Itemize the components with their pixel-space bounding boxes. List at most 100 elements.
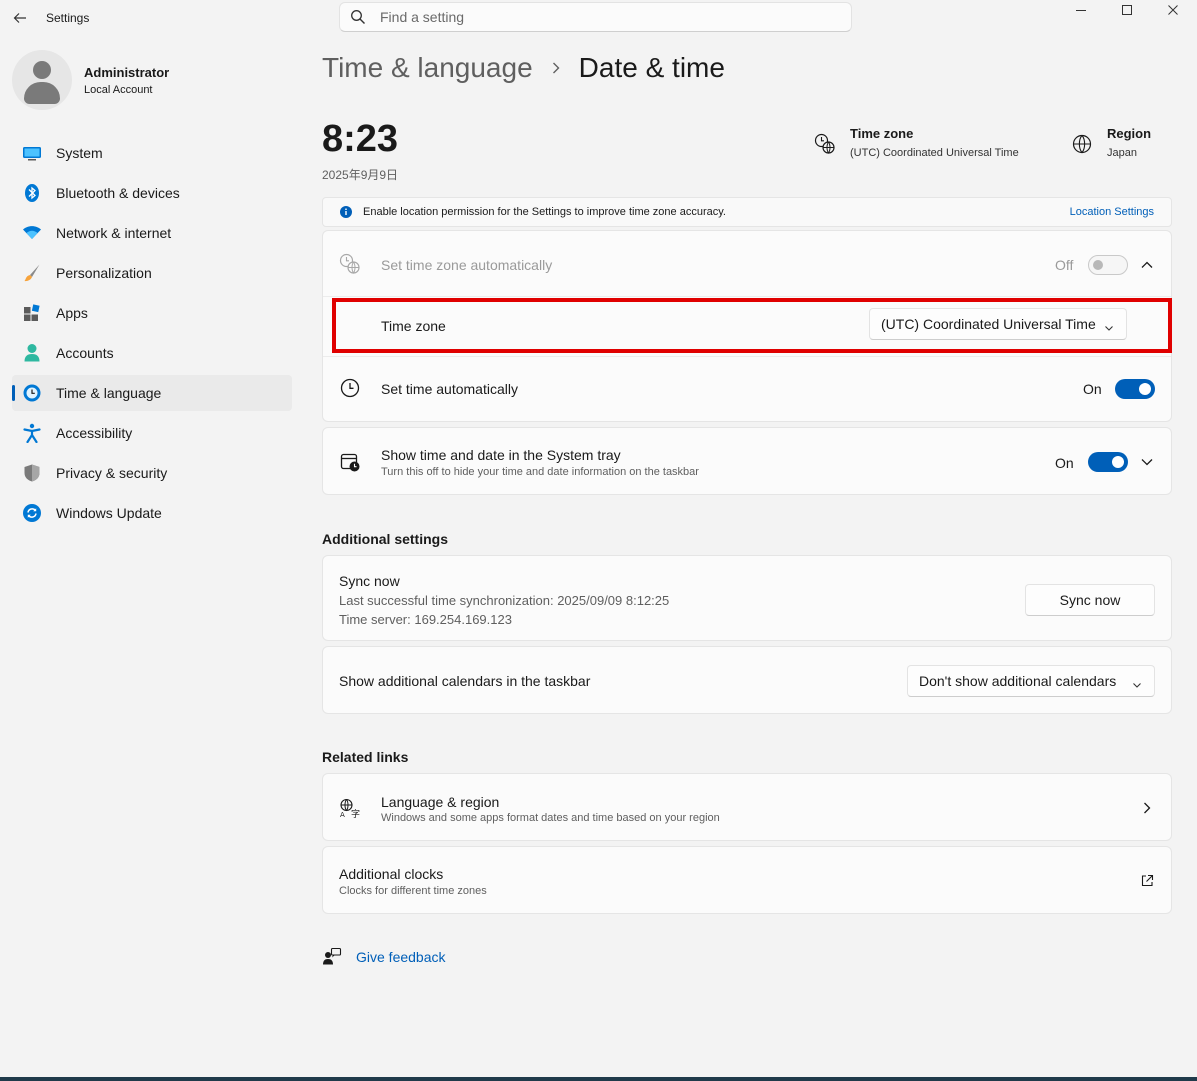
- header-region: Region Japan: [1071, 126, 1151, 159]
- location-settings-link[interactable]: Location Settings: [1070, 206, 1154, 218]
- auto-time-state: On: [1083, 381, 1102, 397]
- header-timezone-title: Time zone: [850, 126, 914, 141]
- language-region-label: Language & region: [381, 794, 500, 810]
- timezone-globe-icon: [814, 133, 836, 155]
- auto-timezone-toggle[interactable]: [1088, 255, 1128, 275]
- sidebar-item-label: Accounts: [56, 345, 114, 361]
- additional-clocks-description: Clocks for different time zones: [339, 885, 487, 897]
- calendar-clock-icon: [339, 451, 361, 473]
- user-profile[interactable]: Administrator Local Account: [12, 50, 169, 110]
- sidebar-item-label: Personalization: [56, 265, 152, 281]
- highlight-box: [332, 298, 1172, 353]
- brush-icon: [22, 263, 42, 283]
- give-feedback-label: Give feedback: [356, 949, 446, 965]
- shield-icon: [22, 463, 42, 483]
- auto-timezone-label: Set time zone automatically: [381, 257, 553, 273]
- system-tray-toggle[interactable]: [1088, 452, 1128, 472]
- external-link-icon: [1140, 874, 1154, 888]
- sync-now-button[interactable]: Sync now: [1025, 584, 1155, 616]
- profile-account-type: Local Account: [84, 83, 153, 96]
- chevron-down-icon: [1132, 677, 1142, 693]
- wifi-icon: [22, 223, 42, 243]
- additional-clocks-link[interactable]: Additional clocks Clocks for different t…: [322, 846, 1172, 914]
- auto-time-row: Set time automatically On: [323, 357, 1171, 421]
- sidebar-item-label: Time & language: [56, 385, 162, 401]
- sidebar-item-label: Windows Update: [56, 505, 162, 521]
- globe-icon: [1071, 133, 1093, 155]
- auto-time-toggle[interactable]: [1115, 379, 1155, 399]
- clock-icon: [339, 377, 361, 399]
- location-info-banner: Enable location permission for the Setti…: [322, 197, 1172, 227]
- related-links-heading: Related links: [322, 749, 409, 765]
- calendars-card: Show additional calendars in the taskbar…: [322, 646, 1172, 714]
- language-region-link[interactable]: 字A Language & region Windows and some ap…: [322, 773, 1172, 841]
- sidebar-item-windows-update[interactable]: Windows Update: [12, 495, 292, 531]
- close-button[interactable]: [1150, 0, 1196, 20]
- app-title: Settings: [46, 11, 90, 25]
- sidebar-item-apps[interactable]: Apps: [12, 295, 292, 331]
- sync-label: Sync now: [339, 573, 400, 589]
- accounts-icon: [22, 343, 42, 363]
- sidebar-item-label: Bluetooth & devices: [56, 185, 180, 201]
- sidebar-item-label: Network & internet: [56, 225, 172, 241]
- auto-timezone-icon: [339, 253, 361, 275]
- sidebar-item-label: System: [56, 145, 103, 161]
- chevron-right-icon: [551, 61, 561, 75]
- auto-timezone-state: Off: [1055, 257, 1074, 273]
- system-tray-label: Show time and date in the System tray: [381, 447, 621, 463]
- bluetooth-icon: [22, 183, 42, 203]
- give-feedback-link[interactable]: Give feedback: [322, 947, 446, 967]
- search-icon: [350, 9, 366, 25]
- feedback-icon: [322, 947, 342, 967]
- sidebar-item-personalization[interactable]: Personalization: [12, 255, 292, 291]
- title-bar: Settings: [0, 0, 1197, 36]
- svg-text:A: A: [340, 811, 345, 819]
- language-icon: 字A: [339, 797, 361, 819]
- close-icon: [1168, 5, 1178, 15]
- sidebar-item-label: Apps: [56, 305, 88, 321]
- current-date: 2025年9月9日: [322, 168, 399, 182]
- language-region-description: Windows and some apps format dates and t…: [381, 812, 720, 824]
- breadcrumb-parent[interactable]: Time & language: [322, 52, 533, 84]
- taskbar-edge: [0, 1077, 1197, 1081]
- sidebar-item-time-language[interactable]: Time & language: [12, 375, 292, 411]
- last-sync-text: Last successful time synchronization: 20…: [339, 593, 670, 608]
- maximize-icon: [1122, 5, 1132, 15]
- header-region-value: Japan: [1107, 147, 1137, 159]
- avatar: [12, 50, 72, 110]
- sidebar-item-system[interactable]: System: [12, 135, 292, 171]
- calendars-label: Show additional calendars in the taskbar: [339, 673, 591, 689]
- current-time: 8:23: [322, 118, 399, 160]
- chevron-up-icon[interactable]: [1140, 258, 1154, 272]
- header-timezone-value: (UTC) Coordinated Universal Time: [850, 147, 1019, 159]
- sidebar-nav: System Bluetooth & devices Network & int…: [12, 135, 292, 535]
- back-arrow-icon: [13, 13, 26, 23]
- sidebar-item-bluetooth[interactable]: Bluetooth & devices: [12, 175, 292, 211]
- svg-text:字: 字: [351, 808, 360, 819]
- time-server-text: Time server: 169.254.169.123: [339, 612, 512, 627]
- sync-card: Sync now Last successful time synchroniz…: [322, 555, 1172, 641]
- minimize-button[interactable]: [1058, 0, 1104, 20]
- sidebar-item-accounts[interactable]: Accounts: [12, 335, 292, 371]
- search-input[interactable]: [380, 9, 820, 25]
- time-language-icon: [22, 383, 42, 403]
- banner-text: Enable location permission for the Setti…: [363, 206, 726, 218]
- sidebar-item-accessibility[interactable]: Accessibility: [12, 415, 292, 451]
- system-tray-state: On: [1055, 455, 1074, 471]
- additional-clocks-label: Additional clocks: [339, 866, 444, 882]
- back-button[interactable]: [8, 6, 32, 30]
- chevron-down-icon[interactable]: [1140, 455, 1154, 469]
- search-box[interactable]: [339, 2, 852, 32]
- chevron-right-icon: [1141, 801, 1153, 815]
- minimize-icon: [1076, 10, 1086, 11]
- system-tray-card: Show time and date in the System tray Tu…: [322, 427, 1172, 495]
- header-region-title: Region: [1107, 126, 1152, 141]
- sidebar-item-privacy[interactable]: Privacy & security: [12, 455, 292, 491]
- additional-settings-heading: Additional settings: [322, 531, 448, 547]
- calendars-dropdown-value: Don't show additional calendars: [919, 673, 1117, 689]
- auto-timezone-row: Set time zone automatically Off: [323, 231, 1171, 297]
- calendars-dropdown[interactable]: Don't show additional calendars: [907, 665, 1155, 697]
- sidebar-item-network[interactable]: Network & internet: [12, 215, 292, 251]
- sidebar-item-label: Privacy & security: [56, 465, 168, 481]
- maximize-button[interactable]: [1104, 0, 1150, 20]
